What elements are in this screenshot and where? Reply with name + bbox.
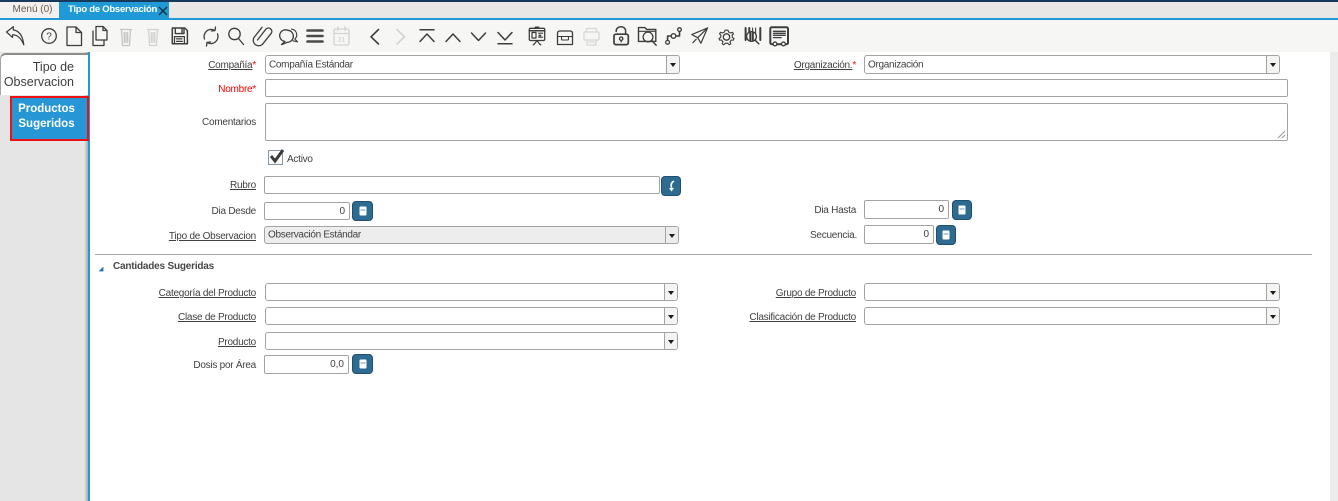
svg-text:?: ? — [46, 32, 52, 43]
svg-text:31: 31 — [338, 37, 346, 44]
